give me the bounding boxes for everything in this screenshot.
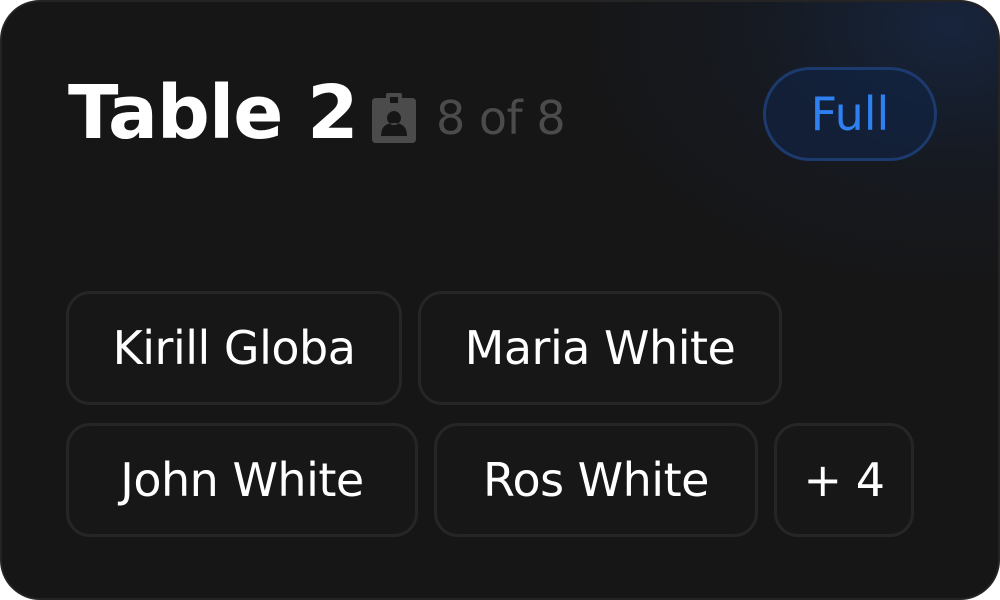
more-guests-button[interactable]: + 4 — [774, 423, 914, 537]
status-badge: Full — [763, 67, 937, 161]
table-card: Table 2 8 of 8 Full Kirill Globa Maria W… — [0, 0, 1000, 600]
guest-chip[interactable]: Ros White — [434, 423, 758, 537]
guest-chip[interactable]: John White — [66, 423, 418, 537]
background-glow — [558, 2, 998, 302]
guest-chip[interactable]: Kirill Globa — [66, 291, 402, 405]
seat-count: 8 of 8 — [372, 90, 566, 146]
clipboard-person-icon — [372, 93, 416, 143]
seat-count-text: 8 of 8 — [436, 91, 566, 145]
guest-chip[interactable]: Maria White — [418, 291, 782, 405]
table-title: Table 2 — [68, 70, 359, 156]
